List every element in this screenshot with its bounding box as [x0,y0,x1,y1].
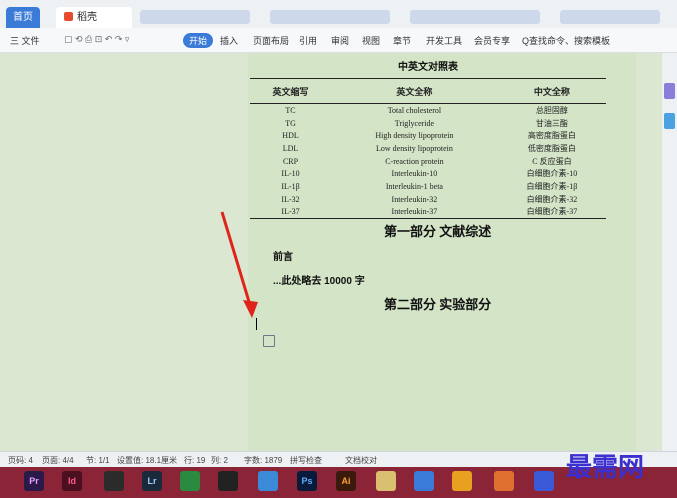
annotation-arrow [220,211,258,318]
status-col: 列: 2 [211,456,228,465]
app-icon[interactable] [414,471,434,491]
indesign-icon[interactable]: Id [62,471,82,491]
status-page: 页码: 4 [8,456,33,465]
status-pages: 页面: 4/4 [42,456,74,465]
app-icon[interactable] [180,471,200,491]
wps-writer-icon[interactable] [534,471,554,491]
watermark: 最需网 [566,453,645,483]
chrome-icon[interactable] [452,471,472,491]
status-position: 设置值: 18.1厘米 [117,456,178,465]
app-icon[interactable] [494,471,514,491]
media-player-icon[interactable] [104,471,124,491]
folder-icon[interactable] [376,471,396,491]
qq-icon[interactable] [218,471,238,491]
premiere-icon[interactable]: Pr [24,471,44,491]
app-icon[interactable] [258,471,278,491]
spell-check[interactable]: 拼写检查 [290,455,322,466]
photoshop-icon[interactable]: Ps [297,471,317,491]
status-row: 行: 19 [184,456,206,465]
illustrator-icon[interactable]: Ai [336,471,356,491]
status-words: 字数: 1879 [244,456,283,465]
lightroom-icon[interactable]: Lr [142,471,162,491]
status-section: 节: 1/1 [86,456,110,465]
document-proof[interactable]: 文档校对 [345,455,377,466]
